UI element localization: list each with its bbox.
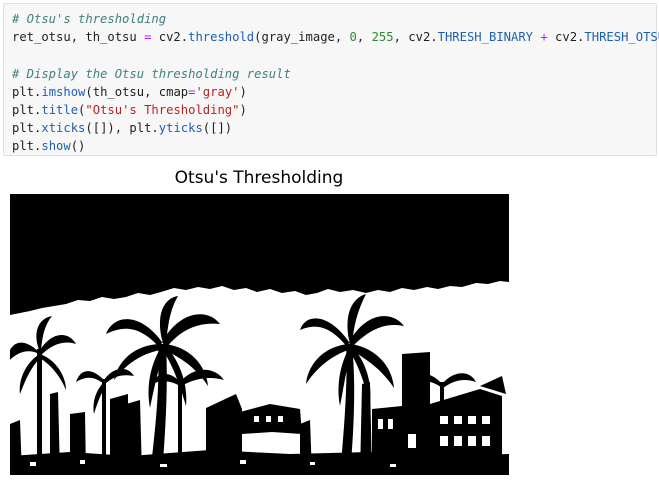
code-token: THRESH_OTSU [584, 30, 659, 45]
code-token: (th_otsu, cmap [85, 84, 189, 99]
code-line: plt.title("Otsu's Thresholding") [12, 101, 659, 119]
code-editor[interactable]: # Otsu's thresholding ret_otsu, th_otsu =… [12, 10, 659, 156]
code-token: 'gray' [195, 84, 240, 99]
code-line: plt.xticks([]), plt.yticks([]) [12, 119, 659, 137]
code-token: ([]) [202, 121, 233, 136]
code-line: plt.imshow(th_otsu, cmap='gray') [12, 83, 659, 101]
code-token: ) [239, 102, 247, 117]
code-line: # Otsu's thresholding [12, 10, 659, 28]
code-token: title [41, 102, 79, 117]
code-token: THRESH_BINARY [437, 30, 534, 45]
code-token: threshold [188, 30, 255, 45]
code-token: + [540, 30, 548, 45]
code-token: () [70, 139, 86, 154]
code-token: plt. [12, 84, 42, 99]
code-token: ) [239, 84, 247, 99]
code-token: plt. [12, 102, 42, 117]
code-token: imshow [41, 84, 86, 99]
plot-title: Otsu's Thresholding [174, 168, 344, 188]
code-token: yticks [158, 121, 203, 136]
code-line: # Display the Otsu thresholding result [12, 65, 659, 83]
code-token: , cv2. [393, 30, 438, 45]
code-token: cv2. [151, 30, 189, 45]
code-token: ret_otsu, th_otsu [12, 30, 145, 45]
code-cell[interactable]: # Otsu's thresholding ret_otsu, th_otsu =… [3, 3, 659, 156]
code-token: 255 [371, 30, 394, 45]
thresholded-image [10, 194, 509, 475]
code-token: show [41, 139, 71, 154]
code-token: cv2. [547, 30, 585, 45]
thresholded-image-plot [10, 194, 509, 475]
code-line: ret_otsu, th_otsu = cv2.threshold(gray_i… [12, 28, 659, 46]
code-token: plt. [12, 121, 42, 136]
code-token: xticks [41, 121, 86, 136]
code-token: 0 [349, 30, 357, 45]
code-token: , [356, 30, 372, 45]
code-token: # Display the Otsu thresholding result [12, 66, 291, 81]
code-token: # Otsu's thresholding [12, 12, 167, 26]
code-line: plt.show() [12, 137, 659, 155]
code-token: plt. [12, 139, 42, 154]
code-token: (gray_image, [254, 30, 350, 45]
code-token: "Otsu's Thresholding" [85, 102, 240, 117]
code-token: ([]), plt. [85, 121, 159, 136]
